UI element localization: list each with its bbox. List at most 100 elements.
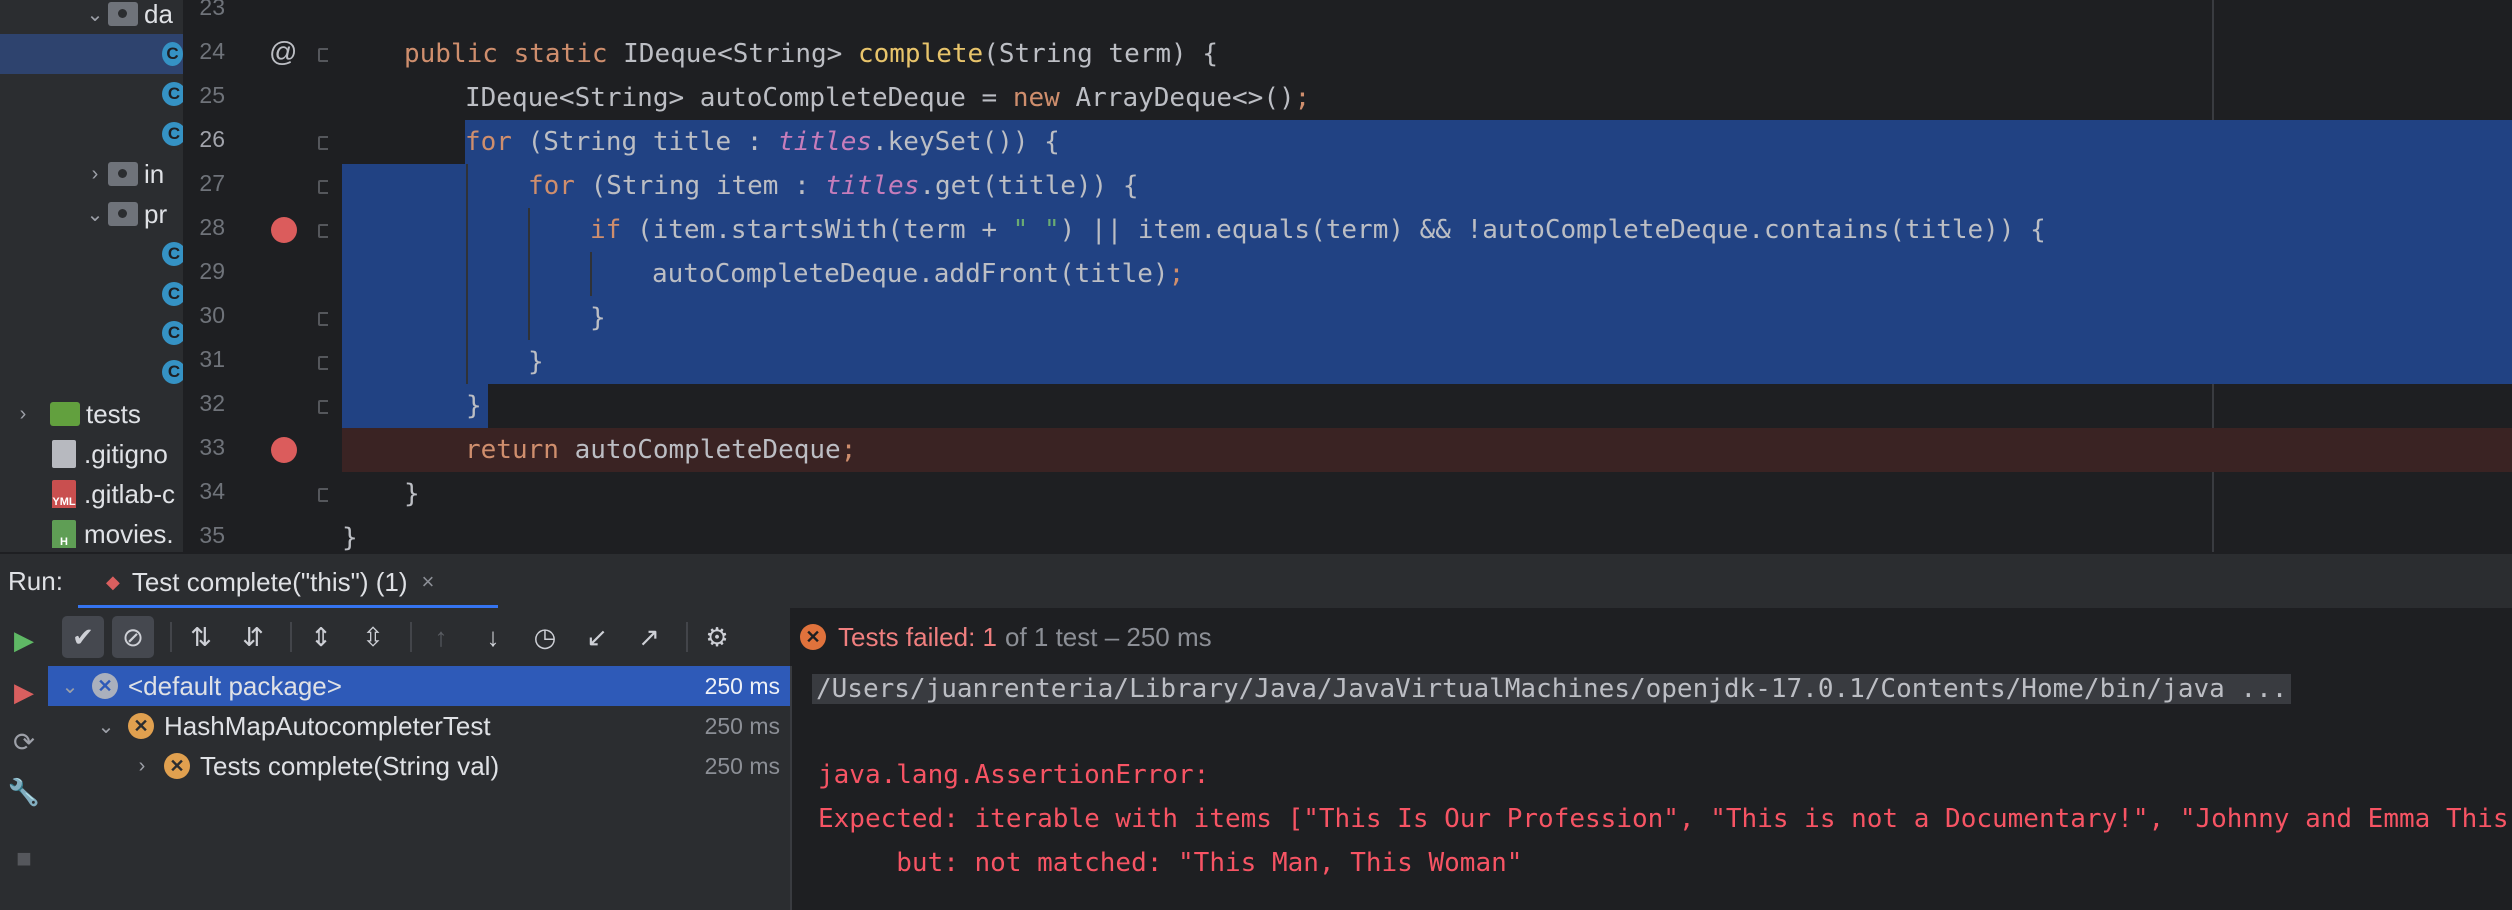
code-token: ) || item.equals(term) && !autoCompleteD… — [1059, 215, 2046, 245]
test-node-class[interactable]: ⌄ ✕ HashMapAutocompleterTest 250 ms — [48, 706, 790, 746]
toolbar-separator — [170, 622, 172, 652]
chevron-down-icon[interactable]: ⌄ — [92, 714, 120, 739]
breakpoint-icon[interactable] — [271, 217, 297, 243]
next-failed-icon[interactable]: ↓ — [472, 616, 514, 658]
line-number: 24 — [199, 38, 225, 64]
class-icon: C — [162, 360, 183, 384]
show-passed-icon[interactable]: ✔ — [62, 616, 104, 658]
run-tab-label: Test complete("this") (1) — [131, 566, 408, 597]
tree-item-class[interactable]: C — [0, 34, 183, 74]
class-icon: C — [162, 242, 183, 266]
code-token: } — [528, 347, 544, 377]
console-actual-line: but: not matched: "This Man, This Woman" — [818, 848, 1523, 878]
toolbar-separator — [290, 622, 292, 652]
test-toolbar: ✔ ⊘ ⇅ ⇵ ⇕ ⇳ ↑ ↓ ◷ ↙ ↗ ⚙ — [48, 608, 790, 666]
tree-item-class[interactable]: C — [162, 313, 183, 353]
code-line-27-selected[interactable]: for (String item : titles.get(title)) { — [342, 164, 2512, 208]
stop-icon[interactable]: ■ — [8, 842, 40, 874]
code-token: (item.startsWith(term + — [621, 215, 1013, 245]
line-number: 34 — [199, 478, 225, 504]
test-results-tree: ⌄ ✕ <default package> 250 ms ⌄ ✕ HashMap… — [48, 666, 790, 910]
code-line-33-breakpoint[interactable]: return autoCompleteDeque; — [342, 428, 2512, 472]
tree-item-class[interactable]: C — [162, 352, 183, 392]
tree-item-class[interactable]: C — [162, 74, 183, 114]
sort-alphabetically-icon[interactable]: ⇅ — [180, 616, 222, 658]
tree-item-label: tests — [86, 398, 141, 429]
code-line-35[interactable]: } — [328, 516, 2512, 552]
show-ignored-icon[interactable]: ⊘ — [112, 616, 154, 658]
rerun-icon[interactable]: ▶ — [8, 624, 40, 656]
tree-item-gitignore[interactable]: .gitigno — [52, 434, 168, 474]
expand-all-icon[interactable]: ⇕ — [300, 616, 342, 658]
tests-failed-icon: ✕ — [800, 624, 826, 650]
tree-item-movies[interactable]: H movies. — [52, 514, 174, 552]
class-icon: C — [162, 122, 183, 146]
run-tab-test-complete[interactable]: ◆ Test complete("this") (1) × — [78, 554, 498, 610]
editor-gutter[interactable]: 23 24 25 26 27 28 29 30 31 32 33 34 35 @ — [183, 0, 374, 552]
movie-file-icon: H — [52, 520, 76, 548]
code-line-24[interactable]: public static IDeque<String> complete(St… — [328, 32, 2512, 76]
chevron-right-icon[interactable]: › — [128, 755, 156, 778]
wrench-icon[interactable]: 🔧 — [8, 776, 40, 808]
tree-item-data-package[interactable]: ⌄ da — [0, 0, 173, 34]
code-token: } — [466, 391, 482, 421]
tree-item-pr-package[interactable]: ⌄ pr — [0, 194, 168, 234]
tree-item-class[interactable]: C — [162, 274, 183, 314]
code-line-34[interactable]: } — [328, 472, 2512, 516]
line-number: 23 — [199, 0, 225, 20]
code-line-25[interactable]: IDeque<String> autoCompleteDeque = new A… — [328, 76, 2512, 120]
line-number: 35 — [199, 522, 225, 548]
console-output[interactable]: /Users/juanrenteria/Library/Java/JavaVir… — [790, 666, 2512, 910]
tree-item-gitlab-ci[interactable]: YML .gitlab-c — [52, 474, 175, 514]
previous-failed-icon[interactable]: ↑ — [420, 616, 462, 658]
run-label: Run: — [8, 566, 63, 596]
file-badge: H — [52, 536, 76, 548]
indent-guide — [466, 164, 468, 384]
class-icon: C — [162, 82, 183, 106]
chevron-down-icon[interactable]: ⌄ — [56, 674, 84, 699]
breakpoint-icon[interactable] — [271, 437, 297, 463]
semicolon-token: ; — [1168, 259, 1185, 289]
code-line-32-selected[interactable]: } — [342, 384, 488, 428]
code-editor[interactable]: public static IDeque<String> complete(St… — [328, 0, 2512, 552]
string-token: " " — [1012, 215, 1060, 245]
chevron-down-icon[interactable]: ⌄ — [82, 2, 108, 27]
code-line-28-selected[interactable]: if (item.startsWith(term + " ") || item.… — [342, 208, 2512, 252]
code-token: (String term) { — [983, 39, 1219, 69]
chevron-right-icon[interactable]: › — [10, 403, 36, 426]
code-line-31-selected[interactable]: } — [342, 340, 2512, 384]
code-token: } — [404, 479, 420, 509]
test-history-icon[interactable]: ◷ — [524, 616, 566, 658]
gitignore-file-icon — [52, 440, 76, 468]
collapse-all-icon[interactable]: ⇳ — [352, 616, 394, 658]
toggle-auto-test-icon[interactable]: ⟳ — [8, 726, 40, 758]
field-token: titles — [825, 171, 920, 201]
chevron-down-icon[interactable]: ⌄ — [82, 202, 108, 227]
test-node-default-package[interactable]: ⌄ ✕ <default package> 250 ms — [48, 666, 790, 706]
console-expected-line: Expected: iterable with items ["This Is … — [818, 804, 2509, 834]
console-command-line[interactable]: /Users/juanrenteria/Library/Java/JavaVir… — [812, 674, 2292, 704]
settings-gear-icon[interactable]: ⚙ — [696, 616, 738, 658]
tree-item-tests-folder[interactable]: › tests — [0, 394, 141, 434]
code-line-30-selected[interactable]: } — [342, 296, 2512, 340]
code-token: autoCompleteDeque.addFront(title) — [652, 259, 1169, 289]
test-node-method[interactable]: › ✕ Tests complete(String val) 250 ms — [48, 746, 790, 786]
code-line-26-selected[interactable]: for (String title : titles.keySet()) { — [465, 120, 2512, 164]
close-icon[interactable]: × — [421, 569, 434, 595]
rerun-failed-icon[interactable]: ▶ — [8, 676, 40, 708]
tree-item-class[interactable]: C — [162, 114, 183, 154]
override-marker-icon[interactable]: @ — [269, 36, 297, 68]
sort-by-duration-icon[interactable]: ⇵ — [232, 616, 274, 658]
line-number-current: 26 — [199, 126, 225, 152]
code-token: autoCompleteDeque — [558, 435, 841, 465]
tree-item-in-package[interactable]: › in — [0, 154, 165, 194]
code-line-29-selected[interactable]: autoCompleteDeque.addFront(title); — [342, 252, 2512, 296]
tree-item-class[interactable]: C — [162, 234, 183, 274]
chevron-right-icon[interactable]: › — [82, 163, 108, 186]
tests-failed-count: Tests failed: 1 — [838, 621, 997, 652]
tree-item-label: in — [144, 158, 165, 189]
export-tests-icon[interactable]: ↗ — [628, 616, 670, 658]
import-tests-icon[interactable]: ↙ — [576, 616, 618, 658]
code-token: } — [342, 523, 358, 552]
toolbar-separator — [410, 622, 412, 652]
